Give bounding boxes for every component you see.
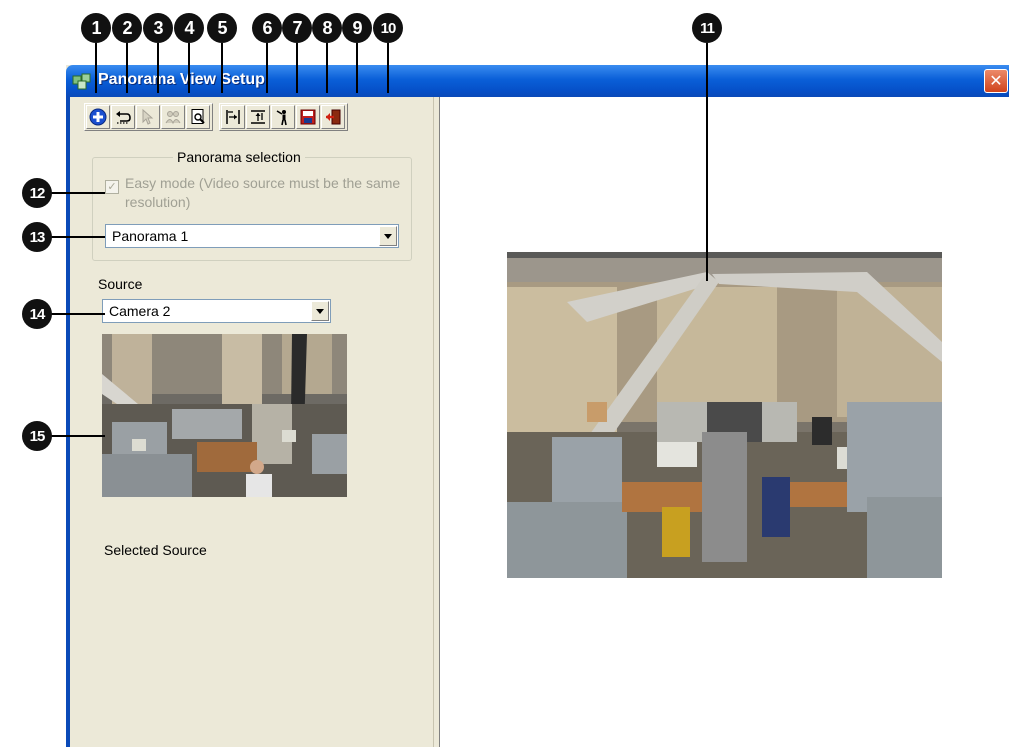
align-vertical-icon	[251, 110, 265, 124]
left-panel: Panorama selection ✓ Easy mode (Video so…	[70, 97, 433, 747]
save-icon	[300, 109, 316, 125]
chevron-down-icon[interactable]	[379, 226, 397, 246]
camera-2-image	[102, 334, 347, 497]
title-bar[interactable]: Panorama View Setup ✕	[66, 65, 1009, 97]
leader-line-10	[387, 43, 389, 93]
leader-line-3	[157, 43, 159, 93]
callout-2: 2	[112, 13, 142, 43]
leader-line-2	[126, 43, 128, 93]
leader-line-13	[50, 236, 105, 238]
leader-line-8	[326, 43, 328, 93]
preview-icon	[191, 109, 205, 124]
panorama-canvas[interactable]	[440, 97, 1009, 747]
toolbar-group-edit	[84, 103, 213, 131]
callout-8: 8	[312, 13, 342, 43]
leader-line-4	[188, 43, 190, 93]
align-vertical-button[interactable]	[246, 105, 270, 129]
callout-11: 11	[692, 13, 722, 43]
source-dropdown[interactable]: Camera 2	[102, 299, 331, 323]
undo-button[interactable]	[111, 105, 135, 129]
selected-source-preview	[102, 334, 347, 497]
undo-icon	[116, 111, 131, 124]
panorama-camera-image	[507, 252, 942, 578]
close-icon: ✕	[989, 73, 1003, 90]
panorama-dropdown-value: Panorama 1	[112, 228, 189, 244]
easy-mode-checkbox[interactable]: ✓	[105, 180, 119, 194]
add-panorama-button[interactable]	[86, 105, 110, 129]
callout-10: 10	[373, 13, 403, 43]
leader-line-15	[50, 435, 105, 437]
group-icon	[165, 111, 181, 125]
callout-7: 7	[282, 13, 312, 43]
person-button[interactable]	[271, 105, 295, 129]
leader-line-6	[266, 43, 268, 93]
preview-button[interactable]	[186, 105, 210, 129]
close-button[interactable]: ✕	[984, 69, 1008, 93]
align-horizontal-icon	[226, 110, 240, 124]
leader-line-14	[50, 313, 105, 315]
callout-15: 15	[22, 421, 52, 451]
leader-line-12	[50, 192, 105, 194]
callout-13: 13	[22, 222, 52, 252]
pointer-button[interactable]	[136, 105, 160, 129]
panorama-selection-legend: Panorama selection	[173, 149, 305, 165]
callout-3: 3	[143, 13, 173, 43]
leader-line-7	[296, 43, 298, 93]
source-dropdown-value: Camera 2	[109, 303, 171, 319]
group-button[interactable]	[161, 105, 185, 129]
callout-5: 5	[207, 13, 237, 43]
exit-icon	[326, 109, 341, 125]
align-horizontal-button[interactable]	[221, 105, 245, 129]
chevron-down-icon[interactable]	[311, 301, 329, 321]
selected-source-label: Selected Source	[104, 542, 207, 558]
easy-mode-label: Easy mode (Video source must be the same…	[125, 175, 401, 210]
panorama-image[interactable]	[507, 252, 942, 578]
toolbar-group-layout	[219, 103, 348, 131]
pointer-icon	[142, 108, 154, 125]
exit-button[interactable]	[321, 105, 345, 129]
leader-line-5	[221, 43, 223, 93]
window-title: Panorama View Setup	[98, 71, 265, 88]
app-icon	[72, 73, 91, 90]
person-icon	[276, 110, 287, 126]
panorama-view-setup-window: Panorama View Setup ✕ Panorama selection…	[66, 65, 1009, 747]
panorama-dropdown[interactable]: Panorama 1	[105, 224, 399, 248]
callout-1: 1	[81, 13, 111, 43]
callout-12: 12	[22, 178, 52, 208]
toolbar	[84, 103, 354, 131]
add-icon	[89, 108, 107, 126]
leader-line-9	[356, 43, 358, 93]
panorama-selection-group: Panorama selection ✓ Easy mode (Video so…	[92, 149, 412, 261]
callout-4: 4	[174, 13, 204, 43]
save-button[interactable]	[296, 105, 320, 129]
source-label: Source	[98, 276, 143, 292]
callout-9: 9	[342, 13, 372, 43]
callout-14: 14	[22, 299, 52, 329]
callout-6: 6	[252, 13, 282, 43]
leader-line-11	[706, 43, 708, 281]
leader-line-1	[95, 43, 97, 93]
panel-splitter[interactable]	[433, 97, 440, 747]
